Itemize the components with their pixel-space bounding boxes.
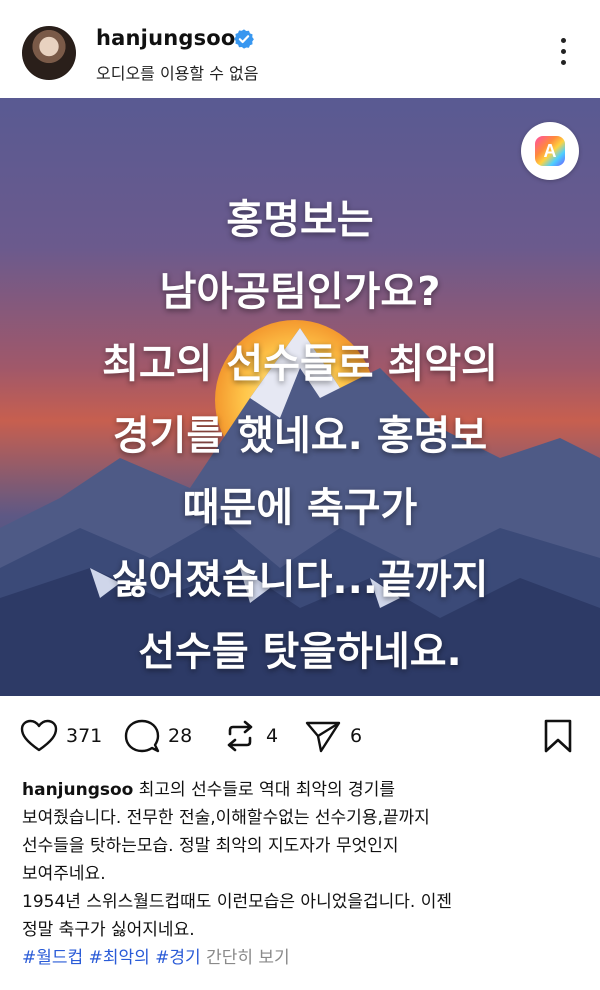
post-text-line: 남아공팀인가요? xyxy=(159,269,441,315)
caption-line: 정말 축구가 싫어지네요. xyxy=(22,920,195,940)
caption-text: 최고의 선수들로 역대 최악의 경기를 xyxy=(133,780,395,800)
share-count: 6 xyxy=(350,725,363,747)
post-caption: hanjungsoo 최고의 선수들로 역대 최악의 경기를 보여줬습니다. 전… xyxy=(22,776,582,972)
post-image-text: 홍명보는 남아공팀인가요? 최고의 선수들로 최악의 경기를 했네요. 홍명보 … xyxy=(0,184,600,688)
repost-button[interactable]: 4 xyxy=(222,716,278,756)
comment-icon xyxy=(124,719,160,753)
share-button[interactable]: 6 xyxy=(304,716,362,756)
post-image[interactable]: 홍명보는 남아공팀인가요? 최고의 선수들로 최악의 경기를 했네요. 홍명보 … xyxy=(0,98,600,696)
save-button[interactable] xyxy=(542,716,574,756)
post-text-line: 경기를 했네요. 홍명보 xyxy=(112,413,488,459)
like-count: 371 xyxy=(66,725,103,747)
audio-unavailable-label: 오디오를 이용할 수 없음 xyxy=(96,64,259,83)
bookmark-icon xyxy=(544,719,572,753)
more-options-icon[interactable] xyxy=(553,38,573,72)
caption-line: hanjungsoo 최고의 선수들로 역대 최악의 경기를 xyxy=(22,776,582,804)
hashtag-link[interactable]: #경기 xyxy=(155,948,201,968)
like-button[interactable]: 371 xyxy=(20,716,102,756)
caption-line: 보여주네요. xyxy=(22,864,106,884)
verified-badge-icon xyxy=(234,29,254,49)
post-text-line: 홍명보는 xyxy=(226,197,374,243)
post-header: hanjungsoo 오디오를 이용할 수 없음 xyxy=(0,0,600,98)
repost-count: 4 xyxy=(266,725,279,747)
heart-icon xyxy=(20,719,58,752)
caption-username[interactable]: hanjungsoo xyxy=(22,780,133,800)
post-text-line: 최고의 선수들로 최악의 xyxy=(102,341,498,387)
post-actions: 371 28 4 6 xyxy=(0,696,600,776)
send-icon xyxy=(305,721,341,753)
hashtag-link[interactable]: #월드컵 xyxy=(22,948,83,968)
ai-label-button[interactable]: A xyxy=(521,122,579,180)
caption-line: 선수들을 탓하는모습. 정말 최악의 지도자가 무엇인지 xyxy=(22,836,399,856)
avatar[interactable] xyxy=(22,26,76,80)
post-text-line: 선수들 탓을하네요. xyxy=(138,629,462,675)
hashtag-link[interactable]: #최악의 xyxy=(89,948,150,968)
hashtag-line: #월드컵 #최악의 #경기 간단히 보기 xyxy=(22,944,582,972)
caption-line: 보여줬습니다. 전무한 전술,이해할수없는 선수기용,끝까지 xyxy=(22,808,430,828)
post-text-line: 싫어졌습니다...끝까지 xyxy=(111,557,489,603)
see-less-link[interactable]: 간단히 보기 xyxy=(206,948,290,968)
caption-line: 1954년 스위스월드컵때도 이런모습은 아니었을겁니다. 이젠 xyxy=(22,892,453,912)
comment-count: 28 xyxy=(168,725,193,747)
comment-button[interactable]: 28 xyxy=(124,716,192,756)
post-text-line: 때문에 축구가 xyxy=(182,485,418,531)
repost-icon xyxy=(227,720,253,752)
username[interactable]: hanjungsoo xyxy=(96,26,236,50)
ai-label-icon: A xyxy=(535,136,565,166)
